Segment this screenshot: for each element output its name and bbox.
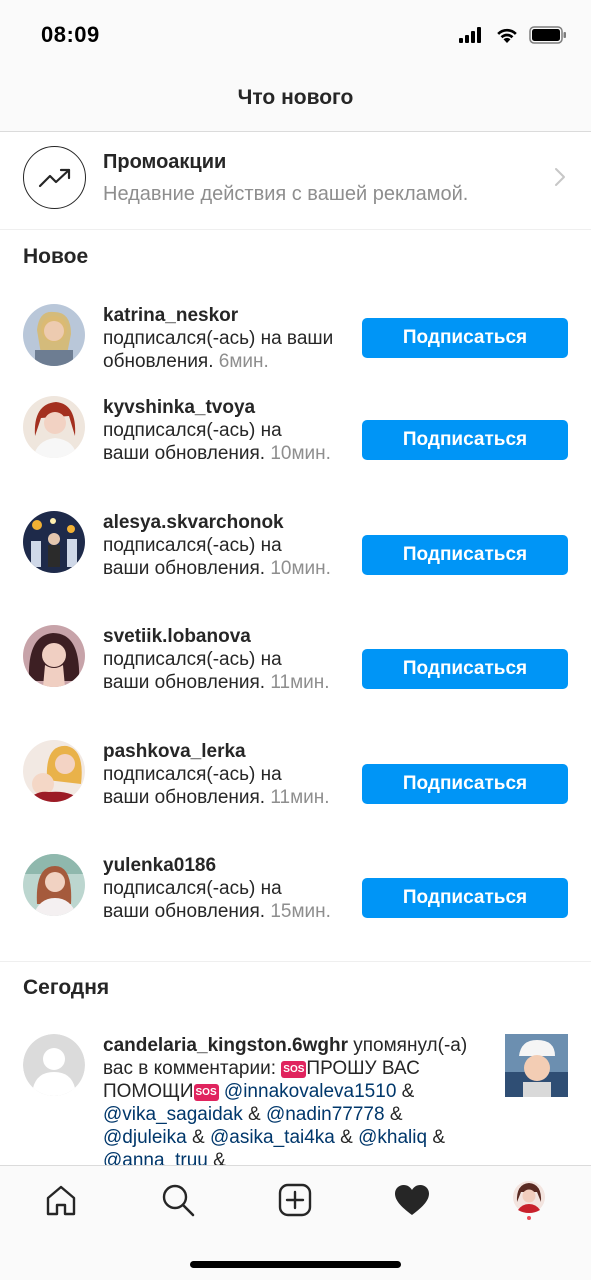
- notification-action: подписался(-ась) на ваши обновления.: [103, 878, 282, 922]
- username[interactable]: svetiik.lobanova: [103, 625, 333, 648]
- activity-heart-icon: [395, 1185, 429, 1215]
- follow-button[interactable]: Подписаться: [362, 420, 568, 460]
- new-post-icon: [278, 1183, 312, 1217]
- ampersand: &: [247, 1104, 261, 1125]
- tab-search[interactable]: [158, 1180, 198, 1220]
- username[interactable]: alesya.skvarchonok: [103, 511, 333, 534]
- mention-tag[interactable]: @nadin77778: [266, 1104, 385, 1125]
- promo-subtitle: Недавние действия с вашей рекламой.: [103, 183, 469, 205]
- follow-button[interactable]: Подписаться: [362, 535, 568, 575]
- notification-row[interactable]: katrina_neskor подписался(-ась) на ваши …: [0, 302, 591, 382]
- page-title: Что нового: [237, 86, 354, 109]
- username[interactable]: yulenka0186: [103, 854, 333, 877]
- notification-row[interactable]: alesya.skvarchonok подписался(-ась) на в…: [0, 509, 591, 605]
- notification-time: 11мин.: [270, 787, 330, 808]
- notification-time: 11мин.: [270, 672, 330, 693]
- ampersand: &: [192, 1127, 205, 1148]
- follow-button[interactable]: Подписаться: [362, 649, 568, 689]
- avatar-placeholder[interactable]: [23, 1034, 85, 1096]
- mention-tag[interactable]: @vika_sagaidak: [103, 1104, 243, 1125]
- header: Что нового: [0, 70, 591, 132]
- tab-activity[interactable]: [392, 1180, 432, 1220]
- username[interactable]: pashkova_lerka: [103, 740, 333, 763]
- notification-action: подписался(-ась) на ваши обновления.: [103, 764, 282, 808]
- username[interactable]: kyvshinka_tvoya: [103, 396, 333, 419]
- notification-action: подписался(-ась) на ваши обновления.: [103, 535, 282, 579]
- sos-emoji-icon: SOS: [281, 1061, 307, 1078]
- username[interactable]: katrina_neskor: [103, 304, 348, 327]
- notification-text: katrina_neskor подписался(-ась) на ваши …: [103, 304, 348, 373]
- wifi-icon: [497, 28, 517, 43]
- search-icon: [162, 1184, 195, 1217]
- home-icon: [46, 1185, 76, 1216]
- chevron-right-icon: [555, 168, 565, 186]
- status-icons: [459, 26, 567, 44]
- avatar[interactable]: [23, 511, 85, 573]
- notification-text: alesya.skvarchonok подписался(-ась) на в…: [103, 511, 333, 580]
- mention-tag[interactable]: @innakovaleva1510: [224, 1081, 396, 1102]
- username[interactable]: candelaria_kingston.6wghr: [103, 1035, 348, 1056]
- notification-time: 15мин.: [270, 901, 331, 922]
- ampersand: &: [389, 1104, 403, 1125]
- home-indicator: [190, 1261, 401, 1268]
- notification-text: svetiik.lobanova подписался(-ась) на ваш…: [103, 625, 333, 694]
- notification-row[interactable]: pashkova_lerka подписался(-ась) на ваши …: [0, 738, 591, 834]
- battery-icon: [529, 26, 566, 44]
- avatar[interactable]: [23, 740, 85, 802]
- section-divider: [0, 961, 591, 962]
- mention-tag[interactable]: @khaliq: [358, 1127, 427, 1148]
- cellular-signal-icon: [459, 27, 481, 43]
- promo-title: Промоакции: [103, 151, 227, 173]
- notification-text: yulenka0186 подписался(-ась) на ваши обн…: [103, 854, 333, 923]
- ampersand: &: [401, 1081, 415, 1102]
- sos-emoji-icon: SOS: [193, 1084, 219, 1101]
- trending-up-icon: [23, 146, 86, 209]
- notification-row[interactable]: kyvshinka_tvoya подписался(-ась) на ваши…: [0, 394, 591, 490]
- status-time: 08:09: [41, 22, 100, 47]
- section-title-new: Новое: [23, 245, 89, 268]
- mention-text: candelaria_kingston.6wghr упомянул(-а) в…: [103, 1034, 488, 1165]
- post-thumbnail[interactable]: [505, 1034, 568, 1097]
- follow-button[interactable]: Подписаться: [362, 878, 568, 918]
- tab-new-post[interactable]: [275, 1180, 315, 1220]
- avatar[interactable]: [23, 396, 85, 458]
- ampersand: &: [432, 1127, 446, 1148]
- tab-profile[interactable]: [509, 1180, 549, 1220]
- ampersand: &: [213, 1150, 226, 1165]
- avatar[interactable]: [23, 854, 85, 916]
- follow-button[interactable]: Подписаться: [362, 318, 568, 358]
- promo-row[interactable]: Промоакции Недавние действия с вашей рек…: [0, 132, 591, 230]
- notification-time: 10мин.: [270, 443, 331, 464]
- notification-row[interactable]: svetiik.lobanova подписался(-ась) на ваш…: [0, 623, 591, 719]
- notification-time: 6мин.: [218, 351, 269, 372]
- notification-row[interactable]: yulenka0186 подписался(-ась) на ваши обн…: [0, 852, 591, 948]
- avatar[interactable]: [23, 625, 85, 687]
- tab-home[interactable]: [41, 1180, 81, 1220]
- mention-tag[interactable]: @anna_truu: [103, 1150, 208, 1165]
- mention-tag[interactable]: @asika_tai4ka: [210, 1127, 335, 1148]
- profile-avatar: [513, 1181, 545, 1220]
- notification-text: pashkova_lerka подписался(-ась) на ваши …: [103, 740, 333, 809]
- notification-text: kyvshinka_tvoya подписался(-ась) на ваши…: [103, 396, 333, 465]
- notification-time: 10мин.: [270, 558, 331, 579]
- follow-button[interactable]: Подписаться: [362, 764, 568, 804]
- notification-action: подписался(-ась) на ваши обновления.: [103, 420, 282, 464]
- section-title-today: Сегодня: [23, 976, 110, 999]
- status-bar: 08:09: [0, 0, 591, 70]
- avatar[interactable]: [23, 304, 85, 366]
- mention-tag[interactable]: @djuleika: [103, 1127, 187, 1148]
- notification-action: подписался(-ась) на ваши обновления.: [103, 649, 282, 693]
- ampersand: &: [340, 1127, 353, 1148]
